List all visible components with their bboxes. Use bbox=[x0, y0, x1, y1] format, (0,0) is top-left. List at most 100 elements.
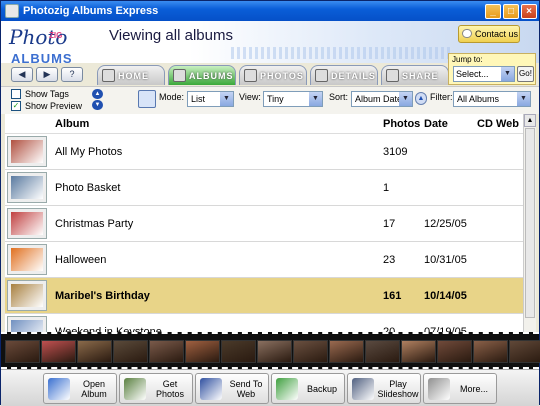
slideshow-icon bbox=[352, 377, 374, 400]
tab-photos[interactable]: PHOTOS bbox=[239, 65, 307, 85]
filmstrip-photo[interactable] bbox=[509, 340, 540, 363]
tab-details[interactable]: DETAILS bbox=[310, 65, 378, 85]
header-decoration bbox=[231, 47, 451, 59]
scroll-up-icon[interactable]: ▲ bbox=[524, 114, 536, 127]
chevron-down-icon: ▼ bbox=[220, 92, 233, 106]
button-label: More... bbox=[459, 383, 488, 394]
table-row[interactable]: Weekend in Keystone 20 07/19/05 bbox=[5, 314, 523, 332]
help-button[interactable]: ? bbox=[61, 67, 83, 82]
chevron-down-icon: ▼ bbox=[399, 92, 412, 106]
backup-button[interactable]: Backup bbox=[271, 373, 345, 404]
get-photos-button[interactable]: Get Photos bbox=[119, 373, 193, 404]
send-to-web-button[interactable]: Send To Web bbox=[195, 373, 269, 404]
action-bar: Open Album Get Photos Send To Web Backup Pla… bbox=[1, 369, 539, 406]
tab-home[interactable]: HOME bbox=[97, 65, 165, 85]
photo-filmstrip[interactable] bbox=[1, 332, 540, 369]
chat-icon bbox=[462, 29, 472, 38]
filmstrip-photo[interactable] bbox=[293, 340, 328, 363]
back-button[interactable]: ◀ bbox=[11, 67, 33, 82]
album-thumbnail bbox=[7, 172, 47, 203]
column-photos[interactable]: Photos bbox=[383, 118, 420, 130]
tab-albums[interactable]: ALBUMS bbox=[168, 65, 236, 85]
filmstrip-photo[interactable] bbox=[329, 340, 364, 363]
filmstrip-photo[interactable] bbox=[185, 340, 220, 363]
scroll-thumb[interactable] bbox=[525, 128, 535, 318]
photo-count: 1 bbox=[383, 181, 390, 194]
title-bar[interactable]: Photozig Albums Express _ □ × bbox=[1, 1, 539, 21]
close-button[interactable]: × bbox=[521, 3, 537, 19]
minimize-button[interactable]: _ bbox=[485, 3, 501, 19]
chevron-down-icon: ▼ bbox=[517, 92, 530, 106]
filmstrip-photo[interactable] bbox=[221, 340, 256, 363]
checkmark-icon: ✓ bbox=[11, 101, 21, 111]
show-tags-checkbox[interactable]: Show Tags bbox=[11, 89, 69, 99]
go-button[interactable]: Go! bbox=[517, 66, 534, 82]
contact-us-button[interactable]: Contact us bbox=[458, 25, 520, 43]
filmstrip-photo[interactable] bbox=[257, 340, 292, 363]
app-icon bbox=[5, 4, 19, 18]
chevron-down-icon: ▼ bbox=[309, 92, 322, 106]
arrow-up-icon[interactable]: ▲ bbox=[92, 89, 103, 99]
jump-to-select[interactable]: Select... ▼ bbox=[453, 66, 515, 82]
filmstrip-photo[interactable] bbox=[437, 340, 472, 363]
button-label: Send To Web bbox=[229, 378, 263, 399]
filmstrip-photo[interactable] bbox=[365, 340, 400, 363]
maximize-button[interactable]: □ bbox=[503, 3, 519, 19]
sort-direction-icon[interactable]: ▲ bbox=[415, 92, 427, 105]
table-row[interactable]: Halloween 23 10/31/05 bbox=[5, 242, 523, 278]
button-label: Get Photos bbox=[155, 378, 185, 399]
zoom-icon[interactable] bbox=[138, 90, 156, 108]
menu-icon bbox=[428, 377, 450, 400]
person-icon bbox=[315, 69, 328, 82]
view-select[interactable]: Tiny ▼ bbox=[263, 91, 323, 107]
forward-button[interactable]: ▶ bbox=[36, 67, 58, 82]
tab-share[interactable]: SHARE bbox=[381, 65, 449, 85]
table-scrollbar[interactable]: ▲ bbox=[523, 114, 536, 332]
column-album[interactable]: Album bbox=[55, 118, 89, 130]
app-window: Photozig Albums Express _ □ × Photo ZIG … bbox=[0, 0, 540, 406]
filmstrip-photo[interactable] bbox=[149, 340, 184, 363]
album-name: All My Photos bbox=[55, 145, 123, 158]
button-label: Backup bbox=[306, 383, 338, 394]
album-name: Halloween bbox=[55, 253, 107, 266]
camera-icon bbox=[124, 377, 146, 400]
filmstrip-photo[interactable] bbox=[41, 340, 76, 363]
photo-count: 23 bbox=[383, 253, 396, 266]
photo-count: 17 bbox=[383, 217, 396, 230]
photo-count: 161 bbox=[383, 289, 402, 302]
albums-table: Album Photos Date CD Web All My Photos 31… bbox=[5, 114, 523, 332]
filmstrip-photo[interactable] bbox=[473, 340, 508, 363]
button-label: Play Slideshow bbox=[377, 378, 419, 399]
play-slideshow-button[interactable]: Play Slideshow bbox=[347, 373, 421, 404]
show-preview-checkbox[interactable]: ✓ Show Preview bbox=[11, 101, 82, 111]
sort-select[interactable]: Album Date ▼ bbox=[351, 91, 413, 107]
filmstrip-photo[interactable] bbox=[77, 340, 112, 363]
album-name: Photo Basket bbox=[55, 181, 121, 194]
arrow-down-icon[interactable]: ▼ bbox=[92, 100, 103, 110]
grid-icon bbox=[244, 69, 257, 82]
table-row[interactable]: All My Photos 3109 bbox=[5, 134, 523, 170]
preview-size-arrows[interactable]: ▲ ▼ bbox=[92, 89, 104, 111]
web-icon bbox=[200, 377, 222, 400]
page-title: Viewing all albums bbox=[109, 27, 233, 44]
open-album-button[interactable]: Open Album bbox=[43, 373, 117, 404]
table-row[interactable]: Christmas Party 17 12/25/05 bbox=[5, 206, 523, 242]
backup-icon bbox=[276, 377, 298, 400]
column-cd-web[interactable]: CD Web bbox=[477, 118, 519, 130]
album-thumbnail bbox=[7, 208, 47, 239]
filter-select[interactable]: All Albums ▼ bbox=[453, 91, 531, 107]
button-label: Open Album bbox=[81, 378, 107, 399]
mode-select[interactable]: List ▼ bbox=[187, 91, 234, 107]
folder-icon bbox=[48, 377, 70, 400]
more-button[interactable]: More... bbox=[423, 373, 497, 404]
filmstrip-photo[interactable] bbox=[401, 340, 436, 363]
jump-to-panel: Jump to: Select... ▼ Go! bbox=[448, 53, 536, 85]
filmstrip-photo[interactable] bbox=[113, 340, 148, 363]
album-date: 12/25/05 bbox=[424, 217, 467, 230]
album-thumbnail bbox=[7, 136, 47, 167]
table-row[interactable]: Maribel's Birthday 161 10/14/05 bbox=[5, 278, 523, 314]
filmstrip-photo[interactable] bbox=[5, 340, 40, 363]
column-date[interactable]: Date bbox=[424, 118, 448, 130]
album-thumbnail bbox=[7, 244, 47, 275]
table-row[interactable]: Photo Basket 1 bbox=[5, 170, 523, 206]
